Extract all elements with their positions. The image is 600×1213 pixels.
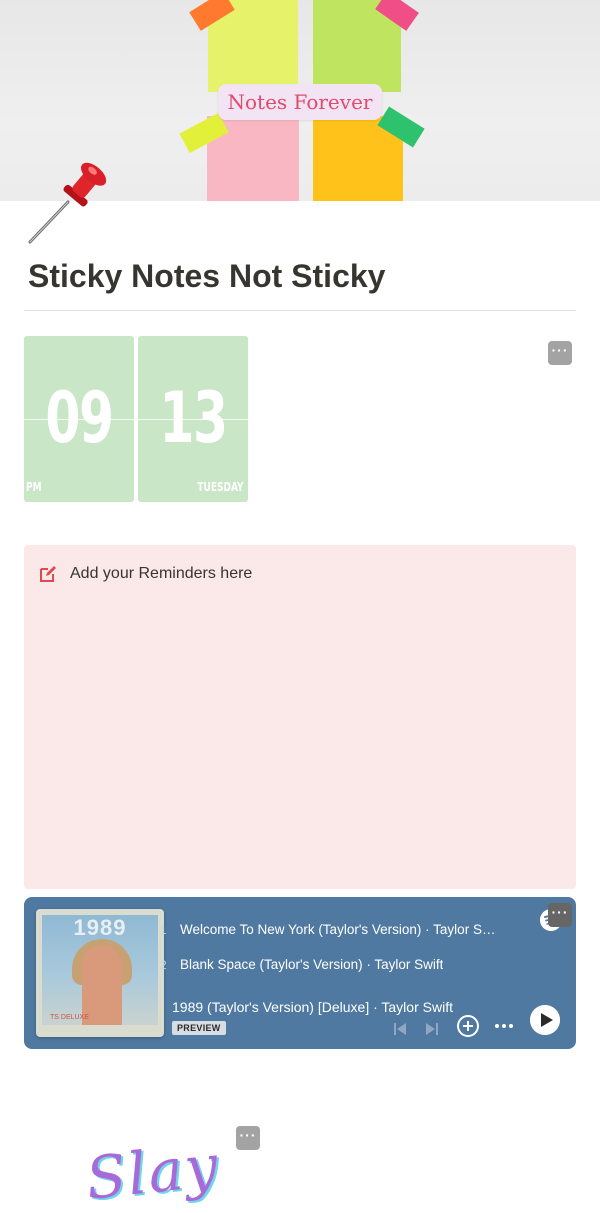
- pushpin-icon[interactable]: [22, 150, 122, 250]
- album-art-year: 1989: [73, 915, 127, 940]
- preview-badge: PREVIEW: [172, 1021, 226, 1035]
- callout-text[interactable]: Add your Reminders here: [70, 564, 252, 584]
- edit-icon: [40, 566, 56, 582]
- album-art-label: TS DELUXE: [50, 1014, 89, 1021]
- track-title[interactable]: Blank Space (Taylor's Version) · Taylor …: [180, 956, 443, 974]
- track-row[interactable]: 2 Blank Space (Taylor's Version) · Taylor…: [160, 956, 443, 974]
- clock-minute: 13: [159, 377, 228, 459]
- more-options-button[interactable]: ···: [548, 903, 572, 927]
- more-options-button[interactable]: ···: [548, 341, 572, 365]
- clock-period: PM: [26, 480, 42, 494]
- clock-minute-card: 13 TUESDAY: [138, 336, 248, 502]
- clock-hour-card: 09 PM: [24, 336, 134, 502]
- clock-day: TUESDAY: [197, 480, 244, 494]
- track-number: 1: [160, 923, 167, 937]
- clock-flip-line: [138, 419, 248, 420]
- album-art: 1989 TS DELUXE: [36, 909, 164, 1037]
- track-row[interactable]: 1 Welcome To New York (Taylor's Version) …: [160, 921, 500, 939]
- more-options-icon[interactable]: [494, 1021, 514, 1031]
- reminder-callout[interactable]: Add your Reminders here: [24, 545, 576, 889]
- track-number: 2: [160, 958, 167, 972]
- add-to-library-icon[interactable]: [456, 1014, 480, 1038]
- album-title[interactable]: 1989 (Taylor's Version) [Deluxe] · Taylo…: [172, 999, 453, 1015]
- clock-hour: 09: [45, 377, 114, 459]
- page-title[interactable]: Sticky Notes Not Sticky: [28, 256, 385, 296]
- cover-label: Notes Forever: [218, 84, 382, 120]
- track-title[interactable]: Welcome To New York (Taylor's Version) ·…: [180, 921, 500, 939]
- next-track-icon[interactable]: [424, 1021, 440, 1037]
- play-icon[interactable]: [530, 1005, 560, 1035]
- more-options-button[interactable]: ···: [236, 1126, 260, 1150]
- clock-flip-line: [24, 419, 134, 420]
- slay-image: Slay: [82, 1131, 223, 1213]
- previous-track-icon[interactable]: [392, 1021, 408, 1037]
- divider: [24, 310, 576, 311]
